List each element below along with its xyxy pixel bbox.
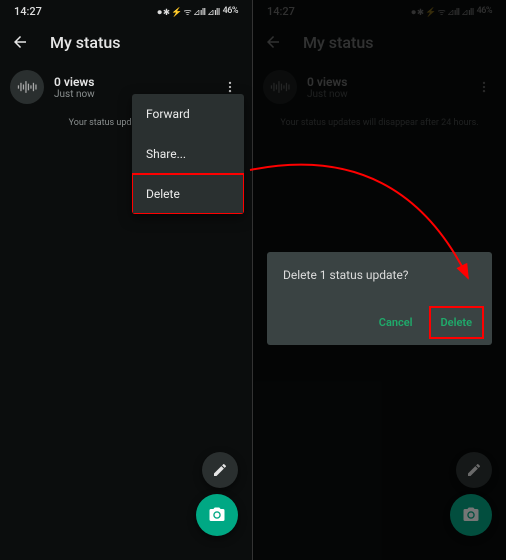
statusbar: 14:27 ⏺ ✱ ⚡ ᯤ ⊿ıll ⊿ıll 46% [0,0,252,22]
pencil-icon [212,462,228,478]
status-time: 14:27 [14,5,42,18]
menu-share[interactable]: Share... [132,134,244,174]
camera-icon [208,506,226,524]
camera-fab[interactable] [450,494,492,536]
back-button[interactable] [8,30,32,54]
waveform-icon [17,80,37,94]
edit-fab[interactable] [456,452,492,488]
edit-fab[interactable] [202,452,238,488]
camera-fab[interactable] [196,494,238,536]
status-icons: ⏺ ✱ ⚡ ᯤ ⊿ıll ⊿ıll 46% [157,5,238,18]
dialog-cancel-button[interactable]: Cancel [369,308,423,337]
dialog-actions: Cancel Delete [283,308,482,337]
status-avatar [10,70,44,104]
page-title: My status [50,33,120,52]
phone-left: 14:27 ⏺ ✱ ⚡ ᯤ ⊿ıll ⊿ıll 46% My status [0,0,253,560]
phone-right: 14:27 ⏺ ✱ ⚡ ᯤ ⊿ıll ⊿ıll 46% My status [253,0,506,560]
camera-icon [462,506,480,524]
views-count: 0 views [54,75,208,89]
delete-dialog: Delete 1 status update? Cancel Delete [267,252,492,345]
menu-forward[interactable]: Forward [132,94,244,134]
menu-delete[interactable]: Delete [132,174,244,214]
pencil-icon [466,462,482,478]
kebab-icon [223,80,237,94]
dialog-delete-button[interactable]: Delete [431,308,482,337]
dialog-title: Delete 1 status update? [283,268,482,282]
appbar: My status [0,22,252,62]
context-menu: Forward Share... Delete [132,94,244,214]
